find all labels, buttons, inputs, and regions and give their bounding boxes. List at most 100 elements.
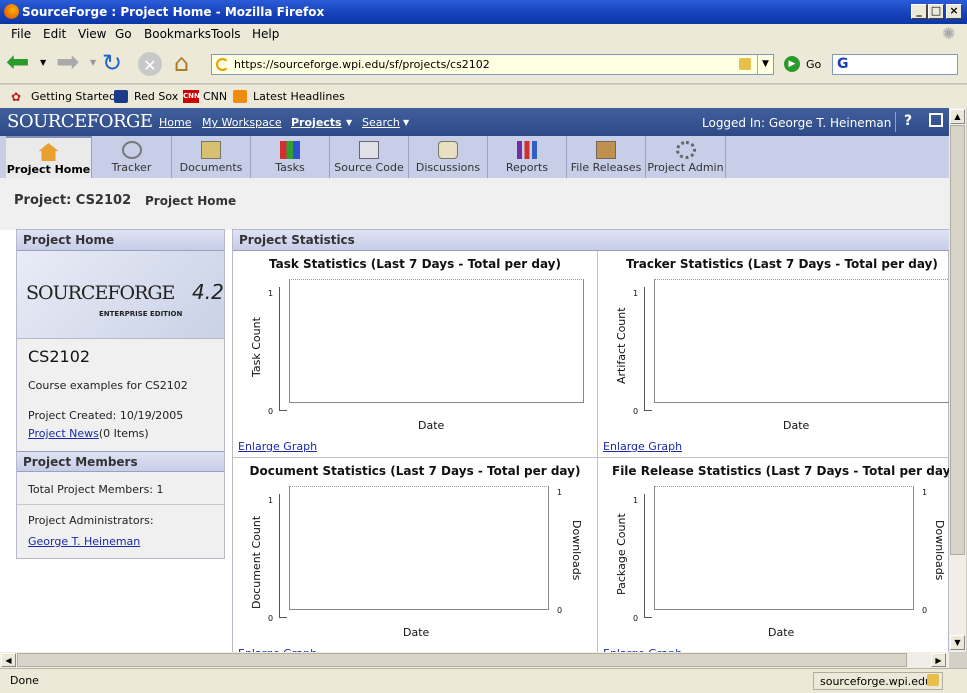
bookmark-red-sox[interactable]: Red Sox bbox=[134, 90, 178, 103]
url-dropdown-icon[interactable]: ▼ bbox=[757, 55, 773, 74]
help-icon[interactable]: ? bbox=[904, 113, 912, 129]
search-input[interactable]: G bbox=[832, 54, 958, 75]
vertical-scrollbar[interactable]: ▲ ▼ bbox=[949, 108, 966, 652]
status-text: Done bbox=[10, 674, 39, 687]
plot-area bbox=[289, 279, 584, 403]
tab-discussions[interactable]: Discussions bbox=[409, 136, 488, 178]
back-dropdown-icon[interactable]: ▼ bbox=[40, 58, 46, 67]
scroll-up-icon[interactable]: ▲ bbox=[950, 109, 965, 124]
project-home-header: Project Home bbox=[17, 230, 224, 251]
nav-projects[interactable]: Projects bbox=[291, 116, 342, 129]
url-bar[interactable]: https://sourceforge.wpi.edu/sf/projects/… bbox=[211, 54, 774, 75]
lock-icon[interactable] bbox=[739, 58, 751, 70]
horizontal-scrollbar[interactable]: ◀ ▶ bbox=[0, 652, 949, 668]
go-icon[interactable]: ▶ bbox=[784, 56, 800, 72]
menu-bookmarks[interactable]: Bookmarks bbox=[144, 27, 211, 41]
menu-tools[interactable]: Tools bbox=[211, 27, 241, 41]
menu-file[interactable]: File bbox=[11, 27, 31, 41]
go-button[interactable]: Go bbox=[806, 58, 821, 71]
sourceforge-header: SOURCEFORGE Home My Workspace Projects ▼… bbox=[0, 108, 949, 136]
tab-tracker[interactable]: Tracker bbox=[92, 136, 172, 178]
project-title: Project: CS2102 bbox=[14, 193, 132, 208]
rss-icon bbox=[233, 90, 247, 103]
graph-y-label: Document Count bbox=[250, 515, 263, 609]
back-icon[interactable]: ⬅ bbox=[6, 48, 34, 78]
google-icon: G bbox=[837, 56, 849, 72]
y-tick-max: 1 bbox=[268, 496, 274, 505]
y-tick-max: 1 bbox=[268, 289, 274, 298]
tab-project-home[interactable]: Project Home bbox=[6, 136, 92, 178]
plot-area bbox=[654, 486, 914, 610]
red-sox-icon bbox=[114, 90, 128, 103]
bookmark-getting-started[interactable]: Getting Started bbox=[31, 90, 116, 103]
project-news-link[interactable]: Project News bbox=[28, 427, 99, 440]
page-content: SOURCEFORGE Home My Workspace Projects ▼… bbox=[0, 108, 949, 652]
tab-tasks[interactable]: Tasks bbox=[251, 136, 330, 178]
projects-dropdown-icon[interactable]: ▼ bbox=[346, 118, 352, 127]
admin-link[interactable]: George T. Heineman bbox=[28, 535, 140, 548]
horizontal-scroll-thumb[interactable] bbox=[17, 653, 907, 667]
graph-y-label: Task Count bbox=[250, 317, 263, 377]
nav-search[interactable]: Search bbox=[362, 116, 400, 129]
plot-axis bbox=[644, 287, 652, 411]
project-breadcrumb: Project: CS2102 Project Home bbox=[0, 178, 949, 230]
throbber-icon: ✺ bbox=[942, 24, 956, 43]
reload-icon[interactable]: ↻ bbox=[102, 50, 130, 78]
nav-home[interactable]: Home bbox=[159, 116, 191, 129]
window-title-bar: SourceForge : Project Home - Mozilla Fir… bbox=[0, 0, 967, 24]
graph-x-label: Date bbox=[418, 419, 445, 432]
total-members: Total Project Members: 1 bbox=[28, 483, 164, 496]
url-text: https://sourceforge.wpi.edu/sf/projects/… bbox=[234, 58, 490, 71]
tab-reports[interactable]: Reports bbox=[488, 136, 567, 178]
plot-area bbox=[289, 486, 549, 610]
tab-documents[interactable]: Documents bbox=[172, 136, 251, 178]
tab-project-admin[interactable]: Project Admin bbox=[646, 136, 726, 178]
menu-help[interactable]: Help bbox=[252, 27, 279, 41]
tab-file-releases[interactable]: File Releases bbox=[567, 136, 646, 178]
home-icon[interactable]: ⌂ bbox=[174, 50, 202, 78]
page-title: Project Home bbox=[145, 194, 237, 208]
discussions-icon bbox=[438, 141, 458, 159]
navigation-toolbar: ⬅ ▼ ➡ ▼ ↻ ✕ ⌂ https://sourceforge.wpi.ed… bbox=[0, 44, 967, 84]
project-members-header: Project Members bbox=[17, 451, 224, 472]
vertical-scroll-thumb[interactable] bbox=[950, 125, 965, 555]
sourceforge-enterprise-logo: SOURCEFORGE 4.2 ENTERPRISE EDITION bbox=[17, 251, 224, 339]
plot-axis bbox=[644, 494, 652, 618]
graph-y2-label: Downloads bbox=[933, 520, 946, 581]
logout-icon[interactable] bbox=[929, 113, 943, 127]
y-tick-max: 1 bbox=[633, 496, 639, 505]
plot-axis bbox=[279, 287, 287, 411]
menu-view[interactable]: View bbox=[78, 27, 106, 41]
forward-icon[interactable]: ➡ bbox=[56, 48, 84, 78]
tracker-statistics-graph: Tracker Statistics (Last 7 Days - Total … bbox=[598, 251, 949, 458]
enlarge-graph-link[interactable]: Enlarge Graph bbox=[603, 440, 682, 453]
scroll-down-icon[interactable]: ▼ bbox=[950, 635, 965, 650]
firefox-icon bbox=[4, 4, 19, 19]
y2-tick-max: 1 bbox=[557, 488, 563, 497]
graph-y-label: Package Count bbox=[615, 513, 628, 595]
secure-lock-icon[interactable] bbox=[927, 674, 939, 686]
maximize-button[interactable]: □ bbox=[928, 4, 944, 19]
source-code-icon bbox=[359, 141, 379, 159]
y-tick-max: 1 bbox=[633, 289, 639, 298]
forward-dropdown-icon[interactable]: ▼ bbox=[90, 58, 96, 67]
enlarge-graph-link[interactable]: Enlarge Graph bbox=[238, 440, 317, 453]
menu-go[interactable]: Go bbox=[115, 27, 132, 41]
sourceforge-logo[interactable]: SOURCEFORGE bbox=[7, 111, 153, 132]
members-divider bbox=[17, 504, 224, 505]
menu-edit[interactable]: Edit bbox=[43, 27, 66, 41]
bookmark-latest-headlines[interactable]: Latest Headlines bbox=[253, 90, 345, 103]
project-home-icon bbox=[38, 143, 59, 161]
scroll-right-icon[interactable]: ▶ bbox=[931, 653, 946, 667]
tab-source-code[interactable]: Source Code bbox=[330, 136, 409, 178]
project-created: Project Created: 10/19/2005 bbox=[28, 409, 184, 422]
y-tick-min: 0 bbox=[633, 407, 639, 416]
bookmark-cnn[interactable]: CNN bbox=[203, 90, 227, 103]
nav-my-workspace[interactable]: My Workspace bbox=[202, 116, 282, 129]
scroll-left-icon[interactable]: ◀ bbox=[1, 653, 16, 667]
search-dropdown-icon[interactable]: ▼ bbox=[403, 118, 409, 127]
minimize-button[interactable]: _ bbox=[911, 4, 927, 19]
y2-tick-min: 0 bbox=[922, 606, 928, 615]
close-window-button[interactable]: × bbox=[946, 4, 962, 19]
stop-icon[interactable]: ✕ bbox=[138, 52, 162, 76]
